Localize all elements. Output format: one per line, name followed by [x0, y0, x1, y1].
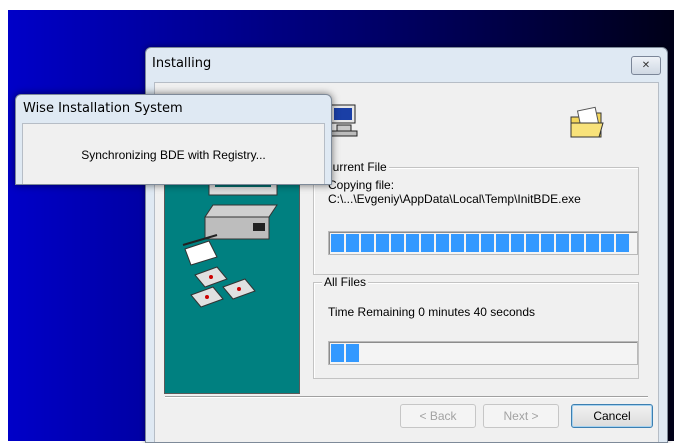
progress-segment — [616, 234, 629, 252]
progress-segment — [451, 234, 464, 252]
progress-segment — [436, 234, 449, 252]
progress-segment — [541, 234, 554, 252]
progress-segment — [481, 234, 494, 252]
progress-segment — [496, 234, 509, 252]
current-file-progress-fill — [331, 234, 629, 252]
all-files-group: All Files Time Remaining 0 minutes 40 se… — [313, 275, 639, 379]
back-button[interactable]: < Back — [400, 404, 476, 428]
progress-segment — [331, 344, 344, 362]
current-file-group: Current File Copying file: C:\...\Evgeni… — [313, 160, 639, 275]
all-files-progress-bar — [328, 341, 638, 365]
progress-segment — [391, 234, 404, 252]
cancel-button[interactable]: Cancel — [571, 404, 653, 428]
popup-message: Synchronizing BDE with Registry... — [81, 148, 266, 162]
progress-segment — [556, 234, 569, 252]
progress-segment — [331, 234, 344, 252]
copying-file-text: Copying file: — [328, 178, 395, 192]
progress-segment — [406, 234, 419, 252]
current-file-progress-bar — [328, 231, 638, 255]
close-icon: ✕ — [641, 60, 651, 71]
progress-segment — [421, 234, 434, 252]
button-separator — [165, 396, 648, 398]
progress-segment — [466, 234, 479, 252]
next-button[interactable]: Next > — [483, 404, 559, 428]
current-file-label: Current File — [322, 160, 389, 174]
current-file-path: C:\...\Evgeniy\AppData\Local\Temp\InitBD… — [328, 192, 581, 206]
progress-segment — [526, 234, 539, 252]
progress-segment — [346, 344, 359, 362]
popup-title: Wise Installation System — [23, 101, 183, 116]
time-remaining-text: Time Remaining 0 minutes 40 seconds — [328, 305, 535, 319]
progress-segment — [601, 234, 614, 252]
all-files-label: All Files — [322, 275, 369, 289]
progress-segment — [361, 234, 374, 252]
close-button[interactable]: ✕ — [631, 56, 661, 75]
open-folder-icon — [570, 106, 604, 138]
progress-segment — [346, 234, 359, 252]
progress-segment — [376, 234, 389, 252]
popup-body: Synchronizing BDE with Registry... — [22, 123, 325, 184]
progress-segment — [511, 234, 524, 252]
wise-installation-popup: Wise Installation System Synchronizing B… — [15, 94, 332, 185]
all-files-progress-fill — [331, 344, 359, 362]
progress-segment — [586, 234, 599, 252]
progress-segment — [571, 234, 584, 252]
window-title: Installing — [152, 56, 212, 71]
